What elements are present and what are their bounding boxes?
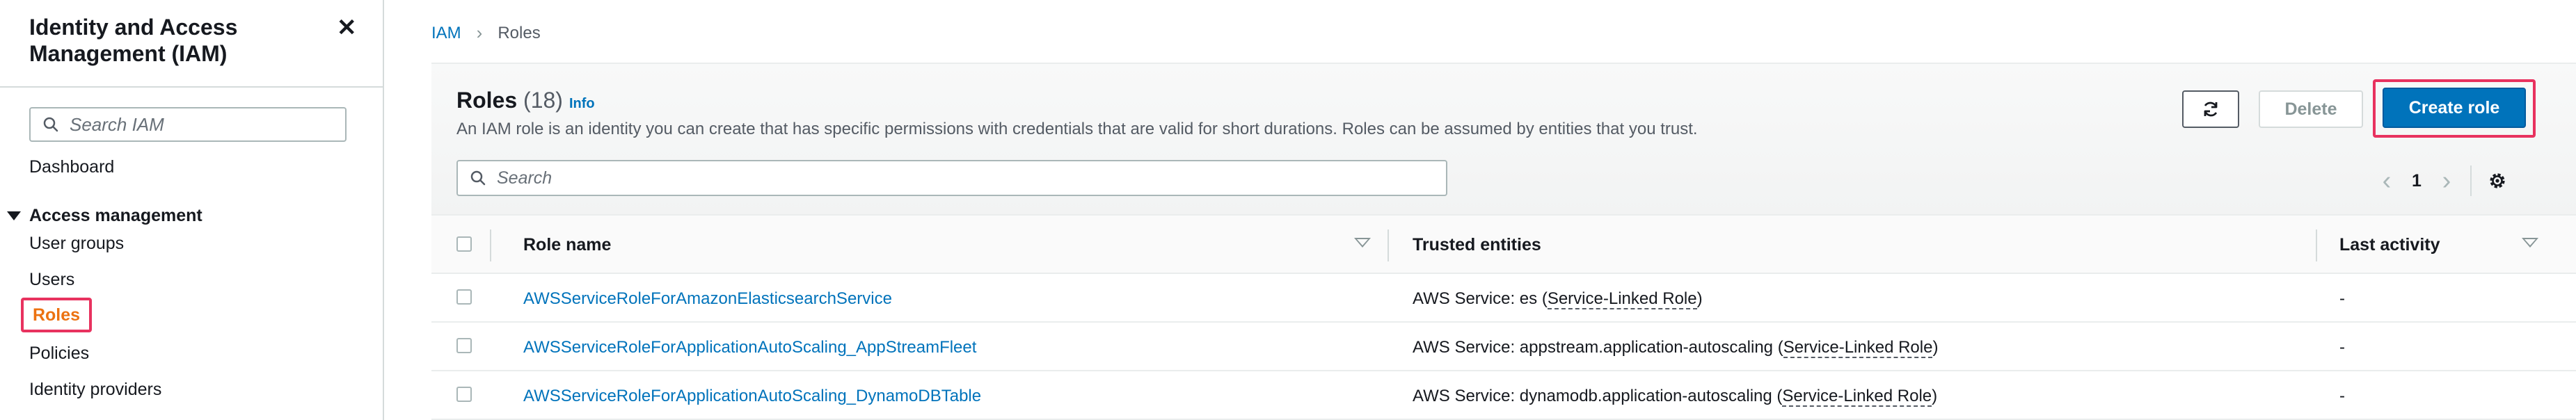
trusted-entity-suffix: ) xyxy=(1932,338,1939,357)
refresh-icon xyxy=(2204,102,2218,117)
sidebar-search-input[interactable] xyxy=(68,113,335,136)
column-header-role-name[interactable]: Role name xyxy=(523,235,611,255)
service-linked-role-tooltip[interactable]: Service-Linked Role xyxy=(1782,387,1932,407)
refresh-button[interactable] xyxy=(2182,90,2239,128)
breadcrumb: IAM › Roles xyxy=(431,22,541,44)
sidebar-search[interactable] xyxy=(29,107,347,142)
roles-header: Roles (18) Info An IAM role is an identi… xyxy=(431,64,2576,214)
caret-down-icon xyxy=(7,211,21,220)
create-role-button[interactable]: Create role xyxy=(2383,88,2526,128)
sidebar-item-users[interactable]: Users xyxy=(29,270,74,290)
row-checkbox[interactable] xyxy=(456,289,472,305)
role-name-link[interactable]: AWSServiceRoleForApplicationAutoScaling_… xyxy=(523,338,976,357)
role-name-link[interactable]: AWSServiceRoleForAmazonElasticsearchServ… xyxy=(523,289,892,309)
service-linked-role-tooltip[interactable]: Service-Linked Role xyxy=(1783,338,1933,358)
page-description: An IAM role is an identity you can creat… xyxy=(456,120,1698,138)
roles-search-input[interactable] xyxy=(495,167,1403,189)
row-checkbox[interactable] xyxy=(456,338,472,353)
info-link[interactable]: Info xyxy=(569,96,595,112)
sidebar-divider xyxy=(0,86,383,88)
trusted-entity-text: AWS Service: dynamodb.application-autosc… xyxy=(1413,387,1783,405)
sidebar-item-identity-providers[interactable]: Identity providers xyxy=(29,380,161,400)
column-header-last-activity[interactable]: Last activity xyxy=(2339,235,2440,255)
roles-search[interactable] xyxy=(456,160,1447,196)
sidebar-section-label: Access management xyxy=(29,206,202,225)
roles-container: Roles (18) Info An IAM role is an identi… xyxy=(431,63,2576,420)
sidebar-item-user-groups[interactable]: User groups xyxy=(29,234,124,254)
last-activity-cell: - xyxy=(2339,338,2345,357)
role-count: (18) xyxy=(523,88,563,113)
table-row: AWSServiceRoleForApplicationAutoScaling_… xyxy=(431,371,2576,420)
sidebar: Identity and Access Management (IAM) ✕ D… xyxy=(0,0,384,420)
role-name-link[interactable]: AWSServiceRoleForApplicationAutoScaling_… xyxy=(523,387,981,406)
breadcrumb-current: Roles xyxy=(498,23,541,42)
sort-icon[interactable] xyxy=(2522,238,2538,248)
last-activity-cell: - xyxy=(2339,289,2345,308)
delete-button[interactable]: Delete xyxy=(2259,90,2363,128)
page-title-text: Roles xyxy=(456,88,518,113)
page-number[interactable]: 1 xyxy=(2401,171,2433,191)
chevron-right-icon: › xyxy=(476,22,483,43)
sidebar-item-policies[interactable]: Policies xyxy=(29,344,89,364)
gear-icon[interactable] xyxy=(2487,170,2508,191)
close-icon[interactable]: ✕ xyxy=(337,14,357,42)
sidebar-title: Identity and Access Management (IAM) xyxy=(29,15,238,66)
row-checkbox[interactable] xyxy=(456,387,472,402)
trusted-entity-text: AWS Service: es ( xyxy=(1413,289,1548,308)
pagination-divider xyxy=(2470,165,2472,196)
column-header-trusted-entities[interactable]: Trusted entities xyxy=(1413,235,1541,255)
pagination: ‹ 1 › xyxy=(2373,165,2508,196)
chevron-left-icon[interactable]: ‹ xyxy=(2373,168,2401,194)
table-row: AWSServiceRoleForAmazonElasticsearchServ… xyxy=(431,274,2576,323)
column-divider[interactable] xyxy=(1388,229,1389,261)
sort-icon[interactable] xyxy=(1354,238,1371,248)
sidebar-item-roles[interactable]: Roles xyxy=(21,298,92,332)
trusted-entities-cell: AWS Service: es (Service-Linked Role) xyxy=(1413,289,1703,309)
search-icon xyxy=(43,117,58,132)
select-all-checkbox[interactable] xyxy=(456,236,472,252)
sidebar-section-access-management[interactable]: Access management xyxy=(7,206,202,226)
table-row: AWSServiceRoleForApplicationAutoScaling_… xyxy=(431,323,2576,371)
sidebar-item-dashboard[interactable]: Dashboard xyxy=(29,157,114,177)
last-activity-cell: - xyxy=(2339,387,2345,405)
column-divider[interactable] xyxy=(2316,229,2317,261)
trusted-entity-suffix: ) xyxy=(1696,289,1703,308)
breadcrumb-iam[interactable]: IAM xyxy=(431,24,461,43)
page-title: Roles (18) xyxy=(456,88,563,113)
trusted-entities-cell: AWS Service: appstream.application-autos… xyxy=(1413,338,1939,358)
table-header: Role name Trusted entities Last activity xyxy=(431,214,2576,274)
trusted-entity-text: AWS Service: appstream.application-autos… xyxy=(1413,338,1783,357)
search-icon xyxy=(470,170,486,186)
service-linked-role-tooltip[interactable]: Service-Linked Role xyxy=(1547,289,1697,309)
column-divider xyxy=(490,229,491,261)
trusted-entities-cell: AWS Service: dynamodb.application-autosc… xyxy=(1413,387,1938,407)
trusted-entity-suffix: ) xyxy=(1932,387,1938,405)
chevron-right-icon[interactable]: › xyxy=(2433,168,2460,194)
